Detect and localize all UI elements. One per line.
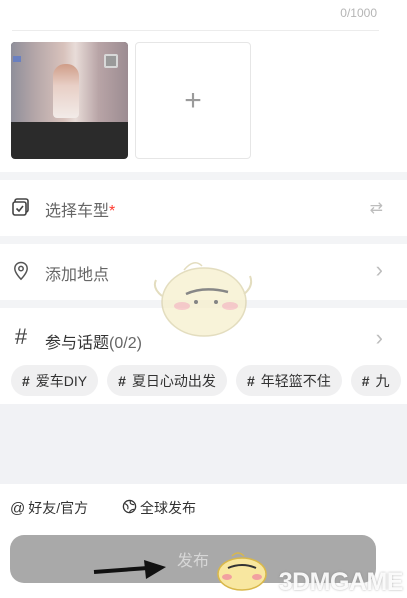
image-thumbnail[interactable]: [11, 42, 128, 159]
add-location-label: 添加地点: [45, 267, 110, 284]
global-publish-button[interactable]: 全球发布: [122, 498, 196, 518]
topic-chips: # 爱车DIY # 夏日心动出发 # 年轻篮不住 # 九: [11, 365, 401, 396]
arrow-annotation-icon: [93, 560, 166, 579]
mention-friends-button[interactable]: @ 好友/官方: [10, 498, 88, 518]
join-topic-title[interactable]: 参与话题(0/2): [45, 329, 142, 353]
hash-icon: #: [14, 324, 28, 349]
topic-chip[interactable]: # 夏日心动出发: [107, 365, 227, 396]
topic-count: (0/2): [109, 335, 142, 352]
at-icon: @: [10, 499, 26, 517]
post-editor-card: 0/1000 +: [0, 0, 407, 172]
add-image-button[interactable]: +: [135, 42, 251, 159]
select-car-label: 选择车型*: [45, 203, 116, 220]
mascot-sticker: [153, 262, 253, 337]
required-mark: *: [109, 203, 116, 220]
globe-icon: [122, 499, 137, 518]
divider: [12, 30, 379, 31]
chevron-right-icon: ›: [375, 257, 383, 282]
empty-area: [0, 404, 407, 484]
hash-icon: #: [22, 372, 30, 389]
text-counter: 0/1000: [340, 6, 377, 20]
topic-chip[interactable]: # 年轻篮不住: [235, 365, 342, 396]
watermark-mascot-icon: [217, 552, 267, 591]
topic-chip[interactable]: # 九: [350, 365, 401, 396]
photo-badge-icon: [13, 56, 21, 62]
watermark-text: 3DMGAME: [278, 568, 404, 596]
location-pin-icon: [10, 260, 32, 282]
hash-icon: #: [246, 372, 255, 389]
hash-icon: #: [361, 372, 370, 389]
checkbox-icon: [10, 196, 32, 218]
topic-chip[interactable]: # 爱车DIY: [11, 365, 99, 396]
chevron-right-icon[interactable]: ›: [376, 325, 383, 351]
swap-icon[interactable]: ⇄: [370, 198, 383, 218]
plus-icon: +: [184, 83, 202, 117]
hash-icon: #: [118, 372, 126, 389]
select-checkbox-icon[interactable]: [104, 54, 118, 68]
select-car-model-row[interactable]: 选择车型* ⇄: [0, 180, 407, 236]
